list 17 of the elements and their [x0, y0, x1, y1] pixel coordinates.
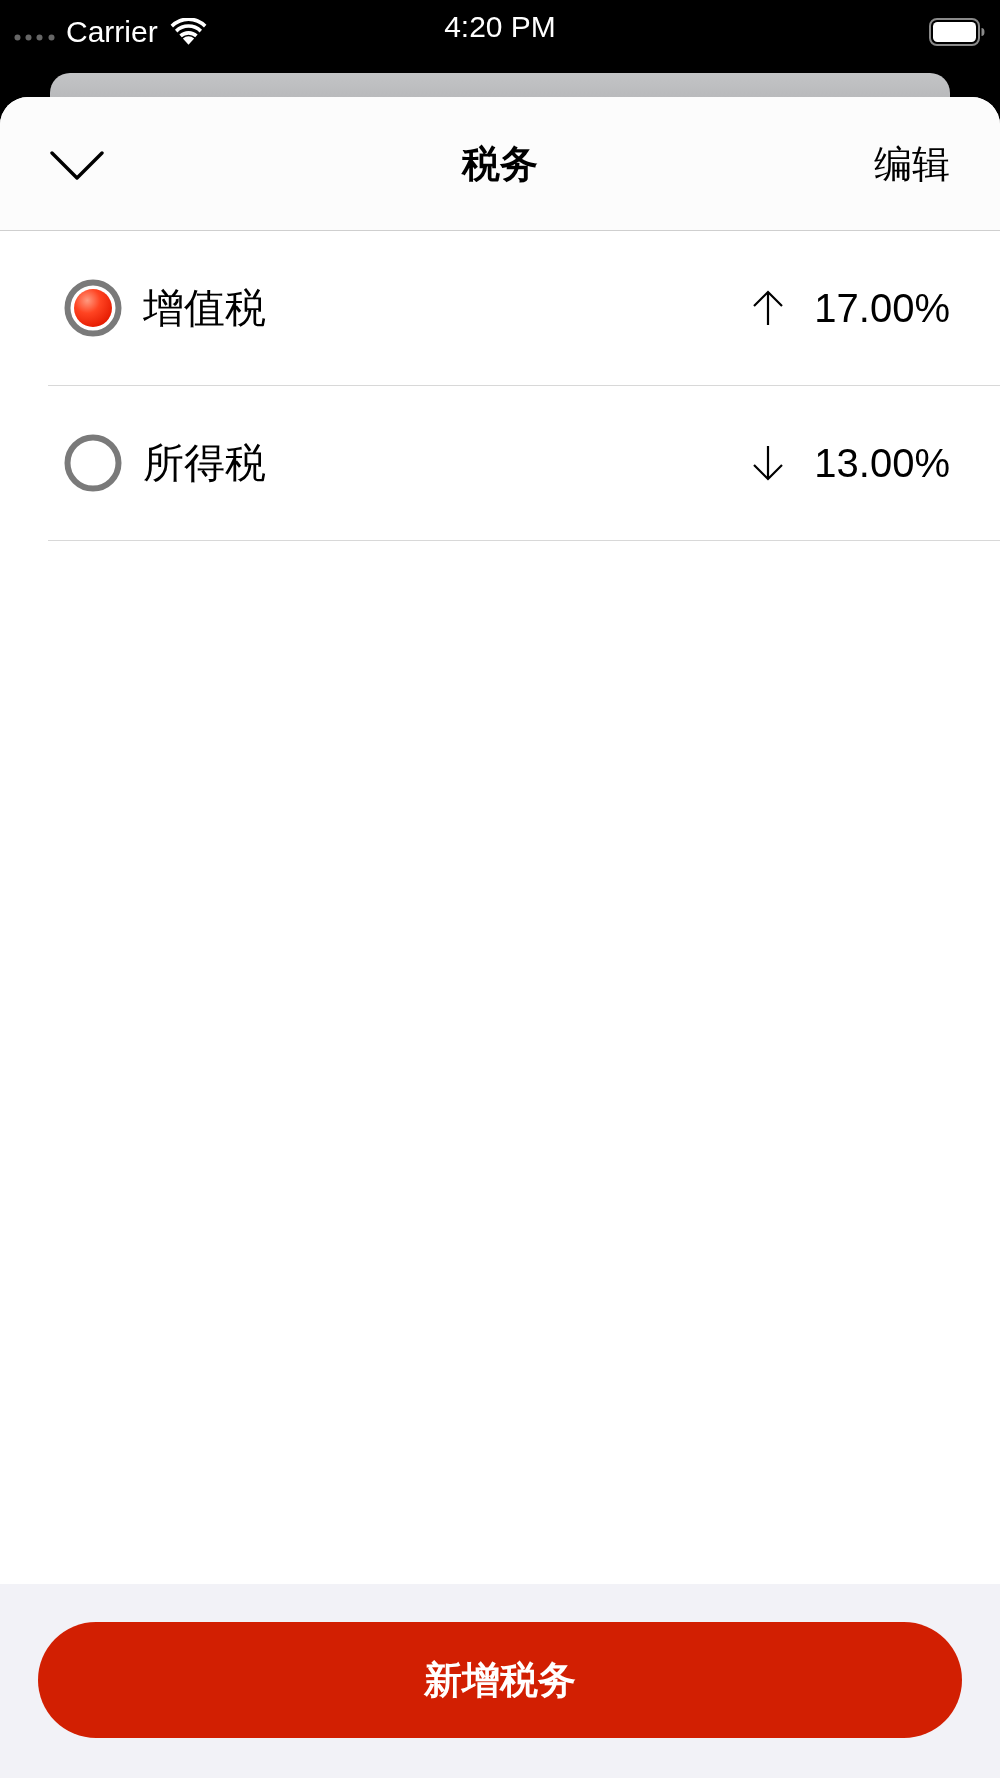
carrier-name: Carrier: [66, 13, 158, 50]
wifi-icon: [169, 18, 207, 45]
tax-row[interactable]: 所得税 13.00%: [48, 386, 1000, 541]
tax-rate: 13.00%: [814, 440, 950, 487]
edit-button[interactable]: 编辑: [874, 140, 950, 187]
battery-icon: [929, 17, 985, 46]
signal-dots-icon: [14, 34, 55, 41]
tax-rate: 17.00%: [814, 285, 950, 332]
clock-time: 4:20 PM: [444, 9, 556, 45]
tax-name: 所得税: [143, 439, 266, 488]
radio-selected-icon[interactable]: [64, 279, 122, 337]
chevron-down-icon[interactable]: [50, 150, 104, 181]
sheet-title: 税务: [462, 141, 538, 187]
radio-empty-icon[interactable]: [64, 434, 122, 492]
tax-name: 增值税: [143, 284, 266, 333]
add-tax-button[interactable]: 新增税务: [38, 1622, 962, 1738]
tax-row[interactable]: 增值税 17.00%: [48, 231, 1000, 386]
